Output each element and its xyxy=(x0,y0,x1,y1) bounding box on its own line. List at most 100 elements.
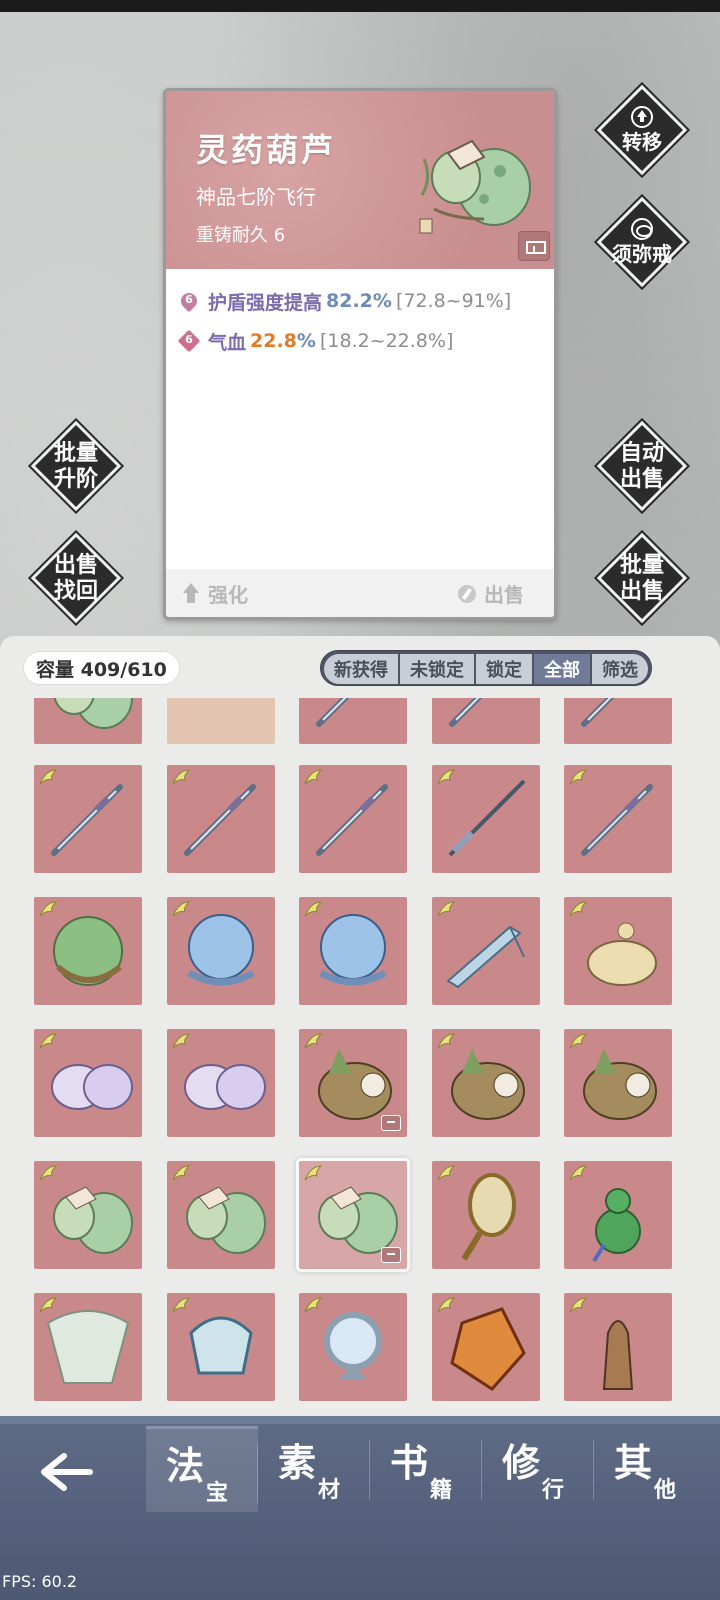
gourd-artwork-icon xyxy=(419,139,531,234)
enhance-button[interactable]: 强化 xyxy=(180,579,248,608)
item-slot[interactable] xyxy=(299,698,407,744)
wing-grade-icon xyxy=(172,1033,191,1049)
wing-grade-icon xyxy=(437,769,456,785)
batch-upgrade-button[interactable]: 批量 升阶 xyxy=(27,417,125,515)
tab-books[interactable]: 书籍 xyxy=(370,1426,482,1512)
stat-value: 22.8% xyxy=(250,330,316,352)
lock-icon xyxy=(381,1247,401,1263)
item-slot[interactable] xyxy=(432,897,540,1005)
wing-grade-icon xyxy=(569,769,588,785)
item-slot[interactable] xyxy=(34,1029,142,1137)
filter-locked[interactable]: 锁定 xyxy=(476,654,532,684)
sword-item-icon xyxy=(581,698,615,727)
stat-name: 护盾强度提高 xyxy=(208,291,323,314)
item-actions: 强化 出售 xyxy=(166,569,554,617)
arrow-up-icon xyxy=(631,105,653,128)
tab-materials[interactable]: 素材 xyxy=(258,1426,370,1512)
item-slot[interactable] xyxy=(167,698,275,744)
wing-grade-icon xyxy=(172,901,191,917)
item-detail-card: 灵药葫芦 神品七阶飞行 重铸耐久 6 6 护盾强度提高 82.2% [72.8~… xyxy=(163,88,557,620)
item-slot[interactable] xyxy=(34,698,142,744)
wing-grade-icon xyxy=(39,769,58,785)
item-slot[interactable] xyxy=(34,1161,142,1269)
wing-grade-icon xyxy=(437,1165,456,1181)
wing-grade-icon xyxy=(304,1297,323,1313)
batch-sell-button[interactable]: 批量 出售 xyxy=(593,529,691,627)
item-name: 灵药葫芦 xyxy=(196,131,337,169)
item-slot[interactable] xyxy=(432,1293,540,1401)
item-slot[interactable] xyxy=(432,1161,540,1269)
item-slot[interactable] xyxy=(299,1161,407,1269)
filter-screen[interactable]: 筛选 xyxy=(592,654,648,684)
item-slot[interactable] xyxy=(432,765,540,873)
wing-grade-icon xyxy=(437,1297,456,1313)
sword-item-icon xyxy=(316,698,350,727)
item-slot[interactable] xyxy=(34,1293,142,1401)
wing-grade-icon xyxy=(39,1165,58,1181)
wing-grade-icon xyxy=(569,901,588,917)
item-slot[interactable] xyxy=(167,897,275,1005)
item-slot[interactable] xyxy=(564,1029,672,1137)
tab-cultivation[interactable]: 修行 xyxy=(482,1426,594,1512)
back-arrow-icon[interactable] xyxy=(30,1442,100,1502)
gourd-item-icon xyxy=(53,698,133,729)
tab-treasures[interactable]: 法宝 xyxy=(146,1426,258,1512)
item-slot[interactable] xyxy=(432,698,540,744)
item-slot[interactable] xyxy=(564,1161,672,1269)
ring-storage-button[interactable]: 须弥戒 xyxy=(593,193,691,291)
lock-icon[interactable] xyxy=(518,231,550,261)
wing-grade-icon xyxy=(172,1165,191,1181)
item-slot[interactable] xyxy=(564,897,672,1005)
wing-grade-icon xyxy=(172,1297,191,1313)
item-slot[interactable] xyxy=(299,765,407,873)
stat-row-hp: 6 气血 22.8% [18.2~22.8%] xyxy=(177,321,548,361)
sword-item-icon xyxy=(449,698,483,727)
item-grade: 神品七阶飞行 xyxy=(196,185,316,209)
status-bar xyxy=(0,0,720,12)
item-slot[interactable] xyxy=(167,1029,275,1137)
item-slot[interactable] xyxy=(432,1029,540,1137)
stat-range: [72.8~91%] xyxy=(395,290,512,312)
capacity-label: 容量 409/610 xyxy=(24,652,179,684)
flame-rank-icon: 6 xyxy=(177,289,201,313)
tab-others[interactable]: 其他 xyxy=(594,1426,706,1512)
item-slot[interactable] xyxy=(299,897,407,1005)
diamond-rank-icon: 6 xyxy=(177,329,201,353)
wing-grade-icon xyxy=(437,901,456,917)
stat-range: [18.2~22.8%] xyxy=(319,330,454,352)
auto-sell-button[interactable]: 自动 出售 xyxy=(593,417,691,515)
item-stats: 6 护盾强度提高 82.2% [72.8~91%] 6 气血 22.8% [18… xyxy=(177,281,548,361)
wing-grade-icon xyxy=(304,1033,323,1049)
item-slot[interactable] xyxy=(167,1161,275,1269)
arrow-up-icon xyxy=(180,582,202,605)
item-slot[interactable] xyxy=(299,1029,407,1137)
sell-button[interactable]: 出售 xyxy=(456,579,524,608)
inventory-panel: 容量 409/610 新获得 未锁定 锁定 全部 筛选 xyxy=(0,636,720,1416)
item-slot[interactable] xyxy=(299,1293,407,1401)
item-slot[interactable] xyxy=(564,765,672,873)
recover-sold-button[interactable]: 出售 找回 xyxy=(27,529,125,627)
stat-row-shield: 6 护盾强度提高 82.2% [72.8~91%] xyxy=(177,281,548,321)
item-slot[interactable] xyxy=(34,897,142,1005)
wing-grade-icon xyxy=(304,1165,323,1181)
ring-icon xyxy=(631,217,653,240)
item-slot[interactable] xyxy=(34,765,142,873)
filter-new[interactable]: 新获得 xyxy=(324,654,398,684)
wing-grade-icon xyxy=(569,1033,588,1049)
stat-name: 气血 xyxy=(208,331,247,354)
item-durability: 重铸耐久 6 xyxy=(196,225,286,246)
item-slot[interactable] xyxy=(167,765,275,873)
wing-grade-icon xyxy=(172,769,191,785)
item-slot[interactable] xyxy=(564,698,672,744)
transfer-button[interactable]: 转移 xyxy=(593,81,691,179)
filter-unlocked[interactable]: 未锁定 xyxy=(400,654,474,684)
filter-all[interactable]: 全部 xyxy=(534,654,590,684)
wing-grade-icon xyxy=(39,901,58,917)
wing-grade-icon xyxy=(304,901,323,917)
item-slot[interactable] xyxy=(167,1293,275,1401)
wing-grade-icon xyxy=(437,1033,456,1049)
item-slot[interactable] xyxy=(564,1293,672,1401)
stat-value: 82.2% xyxy=(326,290,392,312)
item-grid xyxy=(0,698,720,1418)
wing-grade-icon xyxy=(39,1297,58,1313)
